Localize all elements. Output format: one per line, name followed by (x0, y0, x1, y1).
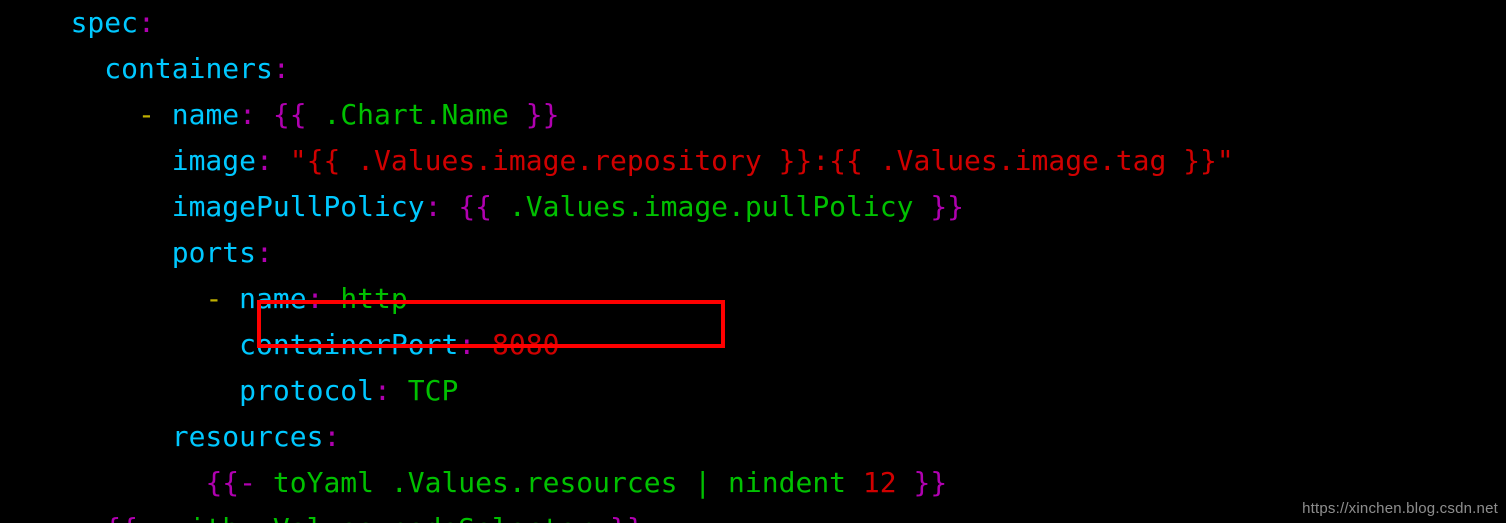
colon: : (458, 328, 475, 361)
colon: : (138, 6, 155, 39)
key-name: name (172, 98, 239, 131)
list-dash: - (138, 98, 155, 131)
key-image-pull-policy: imagePullPolicy (172, 190, 425, 223)
image-value: "{{ .Values.image.repository }}:{{ .Valu… (290, 144, 1234, 177)
key-container-port: containerPort (239, 328, 458, 361)
tmpl-open-trim: {{- (205, 466, 256, 499)
colon: : (323, 420, 340, 453)
tmpl-pull-policy: .Values.image.pullPolicy (509, 190, 914, 223)
colon: : (307, 282, 324, 315)
tmpl-with: with .Values.nodeSelector (172, 512, 593, 523)
tmpl-open-trim: {{- (104, 512, 155, 523)
colon: : (239, 98, 256, 131)
colon: : (256, 144, 273, 177)
tmpl-close: }} (913, 466, 947, 499)
tmpl-close: }} (610, 512, 644, 523)
key-image: image (172, 144, 256, 177)
key-spec: spec (71, 6, 138, 39)
yaml-code-block: spec: containers: - name: {{ .Chart.Name… (20, 0, 1234, 523)
tmpl-chart-name: .Chart.Name (323, 98, 508, 131)
tmpl-close: }} (526, 98, 560, 131)
colon: : (273, 52, 290, 85)
nindent-value: 12 (863, 466, 897, 499)
tmpl-open: {{ (458, 190, 492, 223)
colon: : (374, 374, 391, 407)
colon: : (425, 190, 442, 223)
key-protocol: protocol (239, 374, 374, 407)
port-name-value: http (340, 282, 407, 315)
list-dash: - (205, 282, 222, 315)
key-ports: ports (172, 236, 256, 269)
key-resources: resources (172, 420, 324, 453)
tmpl-close: }} (930, 190, 964, 223)
watermark-text: https://xinchen.blog.csdn.net (1302, 500, 1498, 517)
protocol-value: TCP (408, 374, 459, 407)
key-port-name: name (239, 282, 306, 315)
tmpl-open: {{ (273, 98, 307, 131)
container-port-value: 8080 (492, 328, 559, 361)
tmpl-resources: toYaml .Values.resources | nindent (273, 466, 846, 499)
key-containers: containers (104, 52, 273, 85)
colon: : (256, 236, 273, 269)
